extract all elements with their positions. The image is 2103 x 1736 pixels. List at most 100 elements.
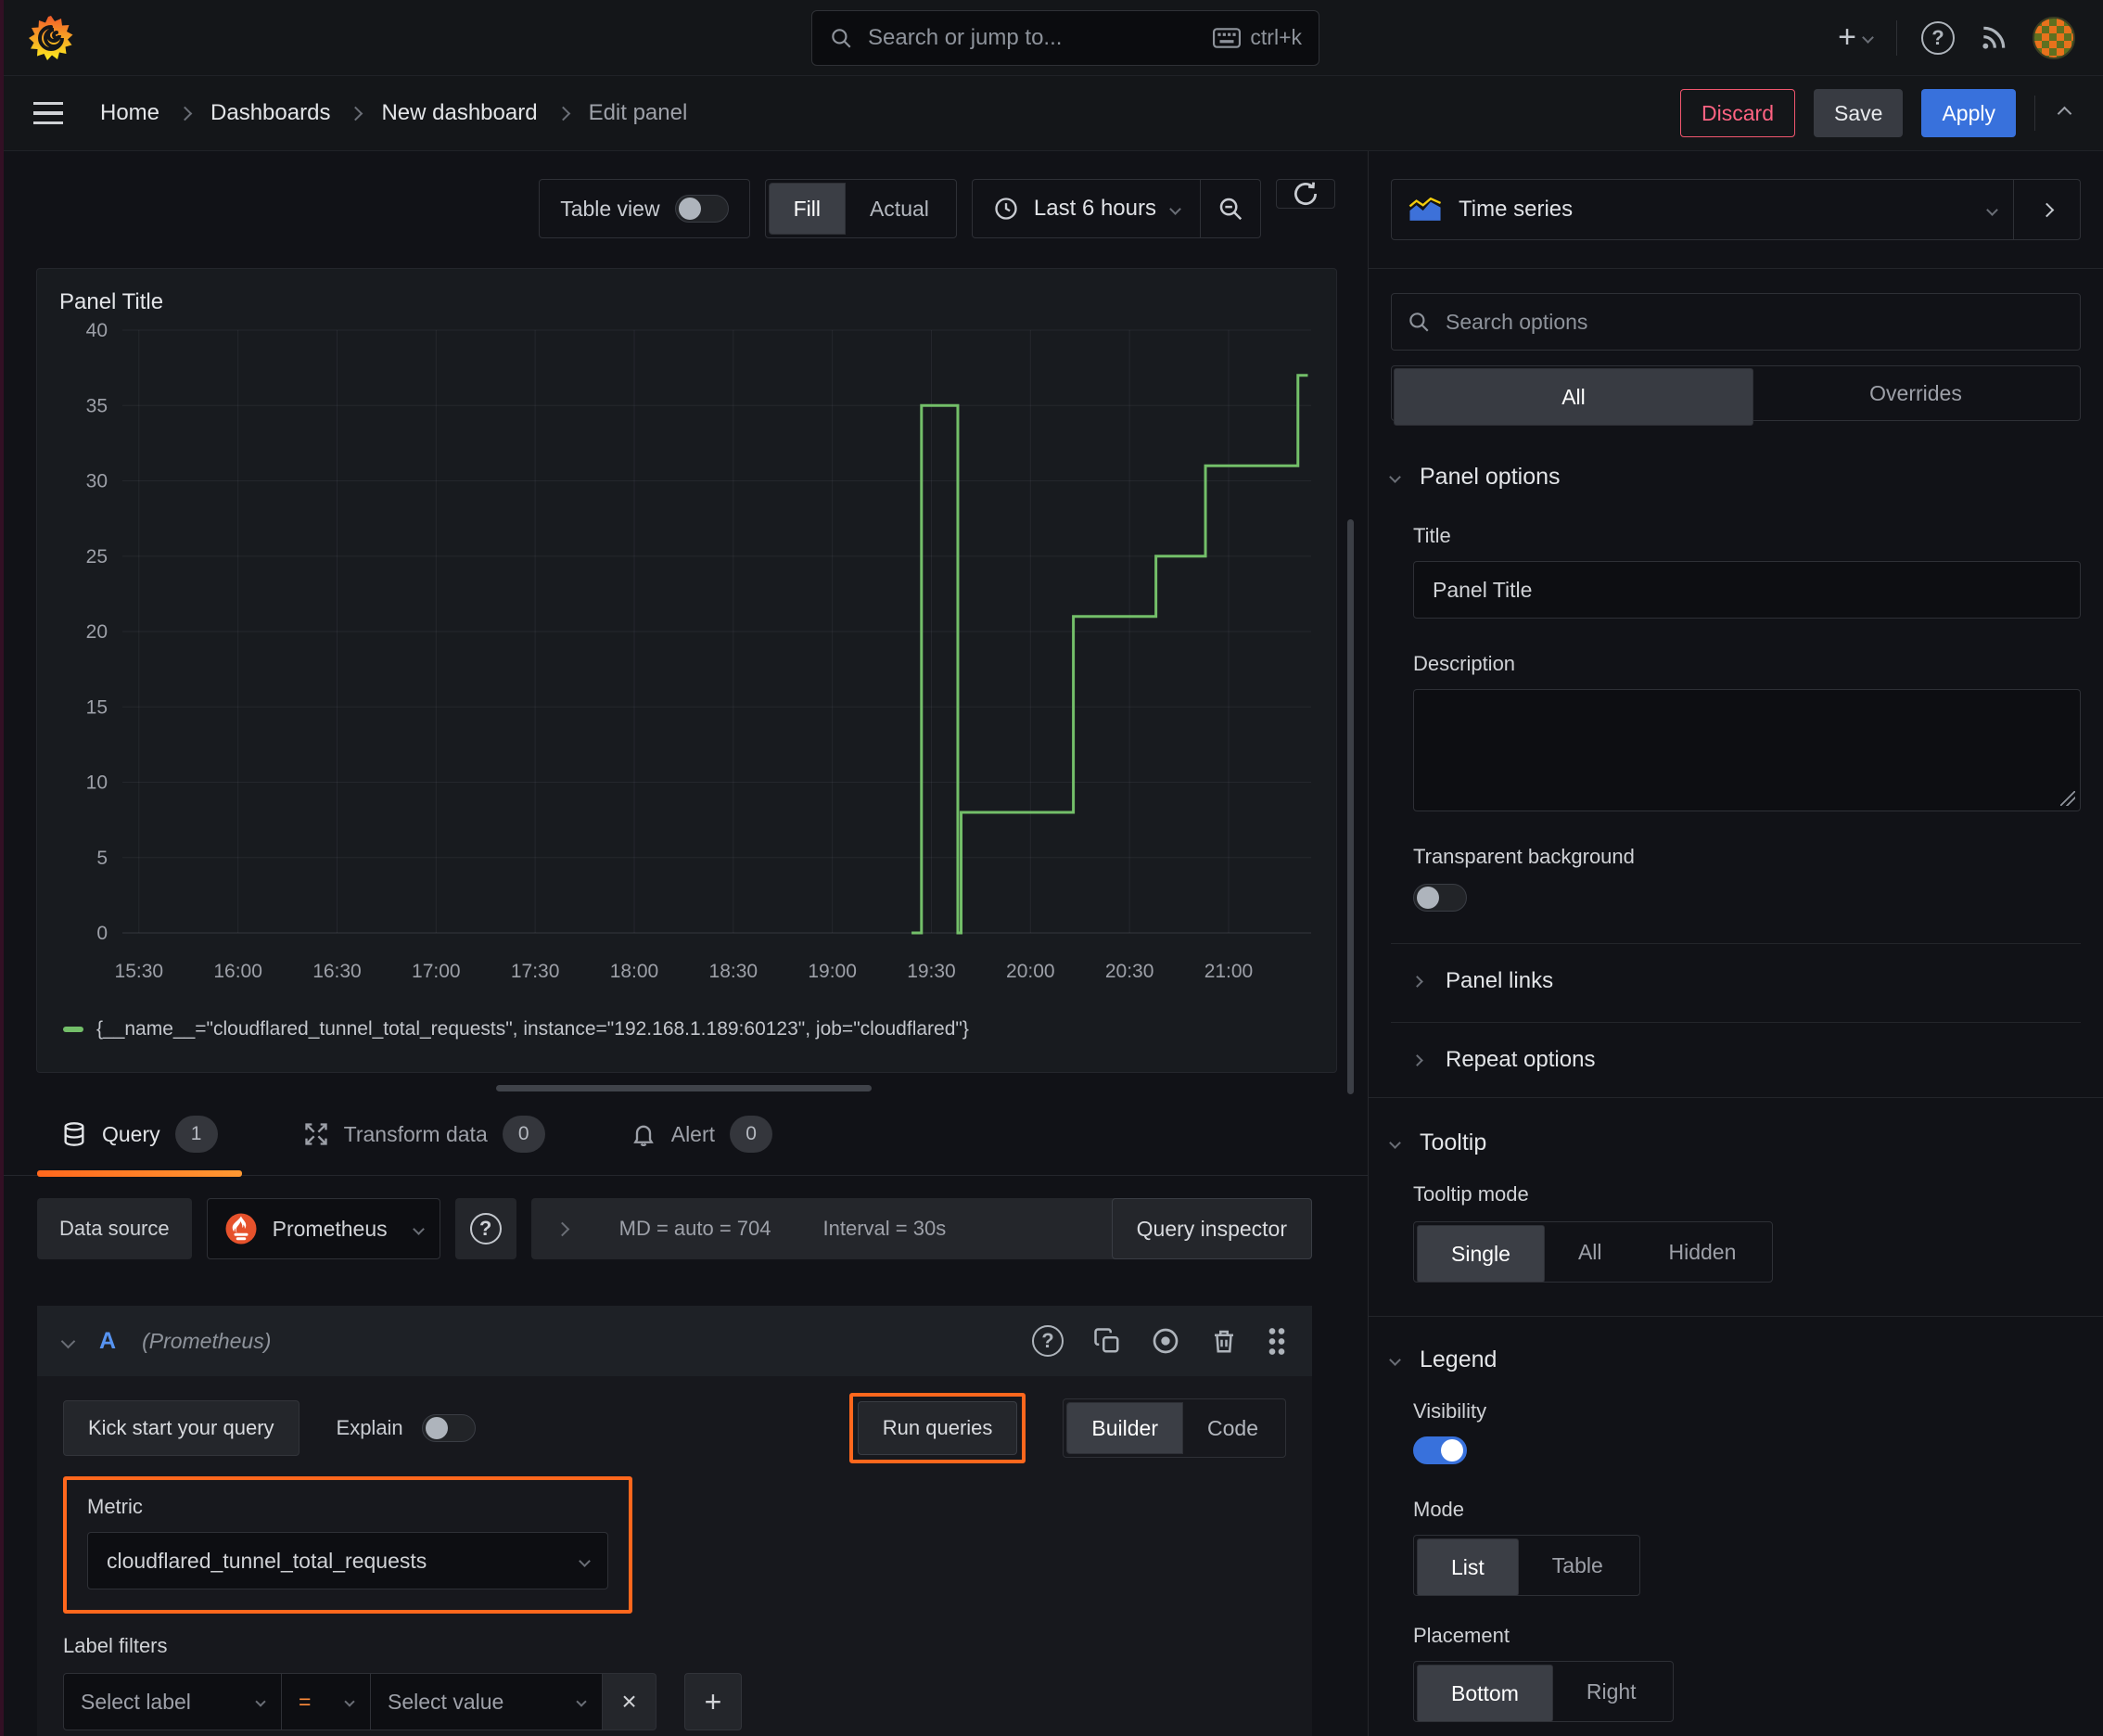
chevron-down-icon bbox=[1169, 202, 1181, 215]
operator-dropdown[interactable]: = bbox=[282, 1673, 371, 1730]
select-value-dropdown[interactable]: Select value bbox=[371, 1673, 603, 1730]
svg-text:18:00: 18:00 bbox=[610, 961, 659, 982]
tooltip-all-option[interactable]: All bbox=[1545, 1225, 1636, 1279]
zoom-out-icon bbox=[1219, 198, 1243, 221]
horizontal-scrollbar[interactable] bbox=[496, 1085, 872, 1091]
query-datasource-hint: (Prometheus) bbox=[142, 1328, 272, 1353]
svg-text:20: 20 bbox=[86, 621, 108, 643]
panel-options-heading: Panel options bbox=[1420, 464, 1561, 490]
news-rss-icon[interactable] bbox=[1979, 23, 2008, 53]
refresh-button[interactable] bbox=[1276, 179, 1335, 209]
apply-button[interactable]: Apply bbox=[1921, 89, 2016, 137]
legend-mode-list[interactable]: List bbox=[1417, 1538, 1519, 1596]
tooltip-hidden-option[interactable]: Hidden bbox=[1636, 1225, 1770, 1279]
zoom-out-button[interactable] bbox=[1201, 180, 1260, 237]
table-view-label: Table view bbox=[560, 196, 660, 221]
toggle-visibility-icon[interactable] bbox=[1151, 1326, 1180, 1356]
collapse-chevron-icon[interactable] bbox=[60, 1334, 76, 1348]
breadcrumb-new-dashboard[interactable]: New dashboard bbox=[381, 100, 537, 126]
table-view-toggle[interactable] bbox=[674, 195, 729, 223]
placement-right[interactable]: Right bbox=[1553, 1665, 1670, 1718]
fill-option[interactable]: Fill bbox=[768, 183, 846, 235]
transparent-background-toggle[interactable] bbox=[1413, 884, 1467, 912]
query-inspector-button[interactable]: Query inspector bbox=[1111, 1198, 1312, 1259]
grafana-logo-icon[interactable] bbox=[28, 15, 74, 61]
query-row-header[interactable]: A (Prometheus) ? bbox=[37, 1306, 1312, 1376]
divider bbox=[1896, 19, 1897, 56]
menu-toggle-icon[interactable] bbox=[33, 102, 63, 124]
drag-handle-icon[interactable] bbox=[1268, 1326, 1286, 1356]
help-button[interactable]: ? bbox=[1921, 20, 1955, 55]
select-label-placeholder: Select label bbox=[81, 1689, 191, 1714]
metric-select[interactable]: cloudflared_tunnel_total_requests bbox=[87, 1532, 608, 1589]
datasource-picker[interactable]: Prometheus bbox=[206, 1198, 440, 1259]
vertical-scrollbar[interactable] bbox=[1347, 519, 1354, 1094]
placement-bottom[interactable]: Bottom bbox=[1417, 1665, 1553, 1722]
tab-transform-data[interactable]: Transform data 0 bbox=[279, 1106, 569, 1175]
datasource-help-button[interactable]: ? bbox=[454, 1198, 516, 1259]
tab-all[interactable]: All bbox=[1394, 368, 1753, 426]
new-menu-button[interactable]: + bbox=[1838, 19, 1874, 56]
title-label: Title bbox=[1413, 524, 1451, 547]
tab-transform-label: Transform data bbox=[343, 1121, 488, 1146]
tab-overrides[interactable]: Overrides bbox=[1753, 368, 2078, 418]
actual-option[interactable]: Actual bbox=[846, 183, 953, 235]
explain-toggle[interactable] bbox=[421, 1414, 476, 1442]
legend-heading: Legend bbox=[1420, 1347, 1498, 1372]
panel-links-section[interactable]: Panel links bbox=[1391, 943, 2081, 996]
tab-query[interactable]: Query 1 bbox=[37, 1106, 242, 1177]
table-view-control: Table view bbox=[539, 179, 750, 238]
save-button[interactable]: Save bbox=[1814, 89, 1904, 137]
legend-swatch bbox=[63, 1027, 83, 1032]
user-avatar[interactable] bbox=[2033, 16, 2075, 59]
discard-button[interactable]: Discard bbox=[1680, 89, 1796, 137]
trash-icon[interactable] bbox=[1210, 1327, 1238, 1355]
kick-start-button[interactable]: Kick start your query bbox=[63, 1400, 300, 1456]
panel-options-section[interactable]: Panel options bbox=[1389, 464, 2081, 491]
collapse-chevron-up-icon[interactable] bbox=[2057, 106, 2072, 121]
description-textarea[interactable] bbox=[1413, 689, 2081, 811]
breadcrumb-dashboards[interactable]: Dashboards bbox=[210, 100, 330, 126]
run-queries-button[interactable]: Run queries bbox=[857, 1401, 1018, 1455]
tab-alert[interactable]: Alert 0 bbox=[606, 1106, 797, 1175]
chevron-right-icon bbox=[349, 106, 363, 121]
chevron-down-icon bbox=[1862, 32, 1874, 44]
tooltip-single-option[interactable]: Single bbox=[1417, 1225, 1545, 1283]
chart-legend[interactable]: {__name__="cloudflared_tunnel_total_requ… bbox=[63, 1018, 1323, 1040]
svg-text:21:00: 21:00 bbox=[1204, 961, 1254, 982]
search-options-input[interactable]: Search options bbox=[1391, 293, 2081, 351]
divider bbox=[1369, 1097, 2103, 1098]
svg-text:17:00: 17:00 bbox=[412, 961, 461, 982]
visualization-picker[interactable]: Time series bbox=[1392, 180, 2013, 239]
select-value-placeholder: Select value bbox=[388, 1689, 504, 1714]
repeat-options-section[interactable]: Repeat options bbox=[1391, 1022, 2081, 1075]
edit-panel-main: Table view Fill Actual Last 6 hours Pane… bbox=[0, 151, 1368, 1736]
collapse-pane-button[interactable] bbox=[2013, 180, 2080, 239]
duplicate-icon[interactable] bbox=[1093, 1327, 1121, 1355]
fill-actual-segment: Fill Actual bbox=[764, 179, 957, 238]
svg-text:25: 25 bbox=[86, 546, 108, 568]
breadcrumb-home[interactable]: Home bbox=[100, 100, 159, 126]
panel-toolbar: Table view Fill Actual Last 6 hours bbox=[0, 179, 1335, 238]
time-range-control: Last 6 hours bbox=[971, 179, 1261, 238]
divider bbox=[1369, 1316, 2103, 1317]
query-help-icon[interactable]: ? bbox=[1032, 1325, 1064, 1357]
timeseries-chart[interactable]: 15:30 16:00 16:30 17:00 17:30 18:00 18:30 19:00… bbox=[50, 315, 1320, 1011]
builder-option[interactable]: Builder bbox=[1066, 1402, 1184, 1454]
question-icon: ? bbox=[469, 1213, 502, 1245]
legend-mode-table[interactable]: Table bbox=[1519, 1538, 1637, 1592]
legend-visibility-toggle[interactable] bbox=[1413, 1436, 1467, 1464]
tooltip-section[interactable]: Tooltip bbox=[1389, 1130, 2081, 1156]
chevron-down-icon bbox=[1986, 203, 1998, 216]
select-label-dropdown[interactable]: Select label bbox=[63, 1673, 282, 1730]
time-range-picker[interactable]: Last 6 hours bbox=[973, 180, 1200, 237]
global-search-input[interactable]: Search or jump to... ctrl+k bbox=[811, 9, 1319, 66]
add-filter-button[interactable]: + bbox=[684, 1673, 742, 1730]
svg-text:15:30: 15:30 bbox=[115, 961, 164, 982]
panel-title-input[interactable]: Panel Title bbox=[1413, 561, 2081, 619]
plus-icon: + bbox=[704, 1684, 722, 1718]
legend-section[interactable]: Legend bbox=[1389, 1347, 2081, 1373]
code-option[interactable]: Code bbox=[1183, 1402, 1282, 1454]
search-shortcut: ctrl+k bbox=[1213, 25, 1302, 50]
remove-filter-button[interactable]: × bbox=[603, 1673, 656, 1730]
